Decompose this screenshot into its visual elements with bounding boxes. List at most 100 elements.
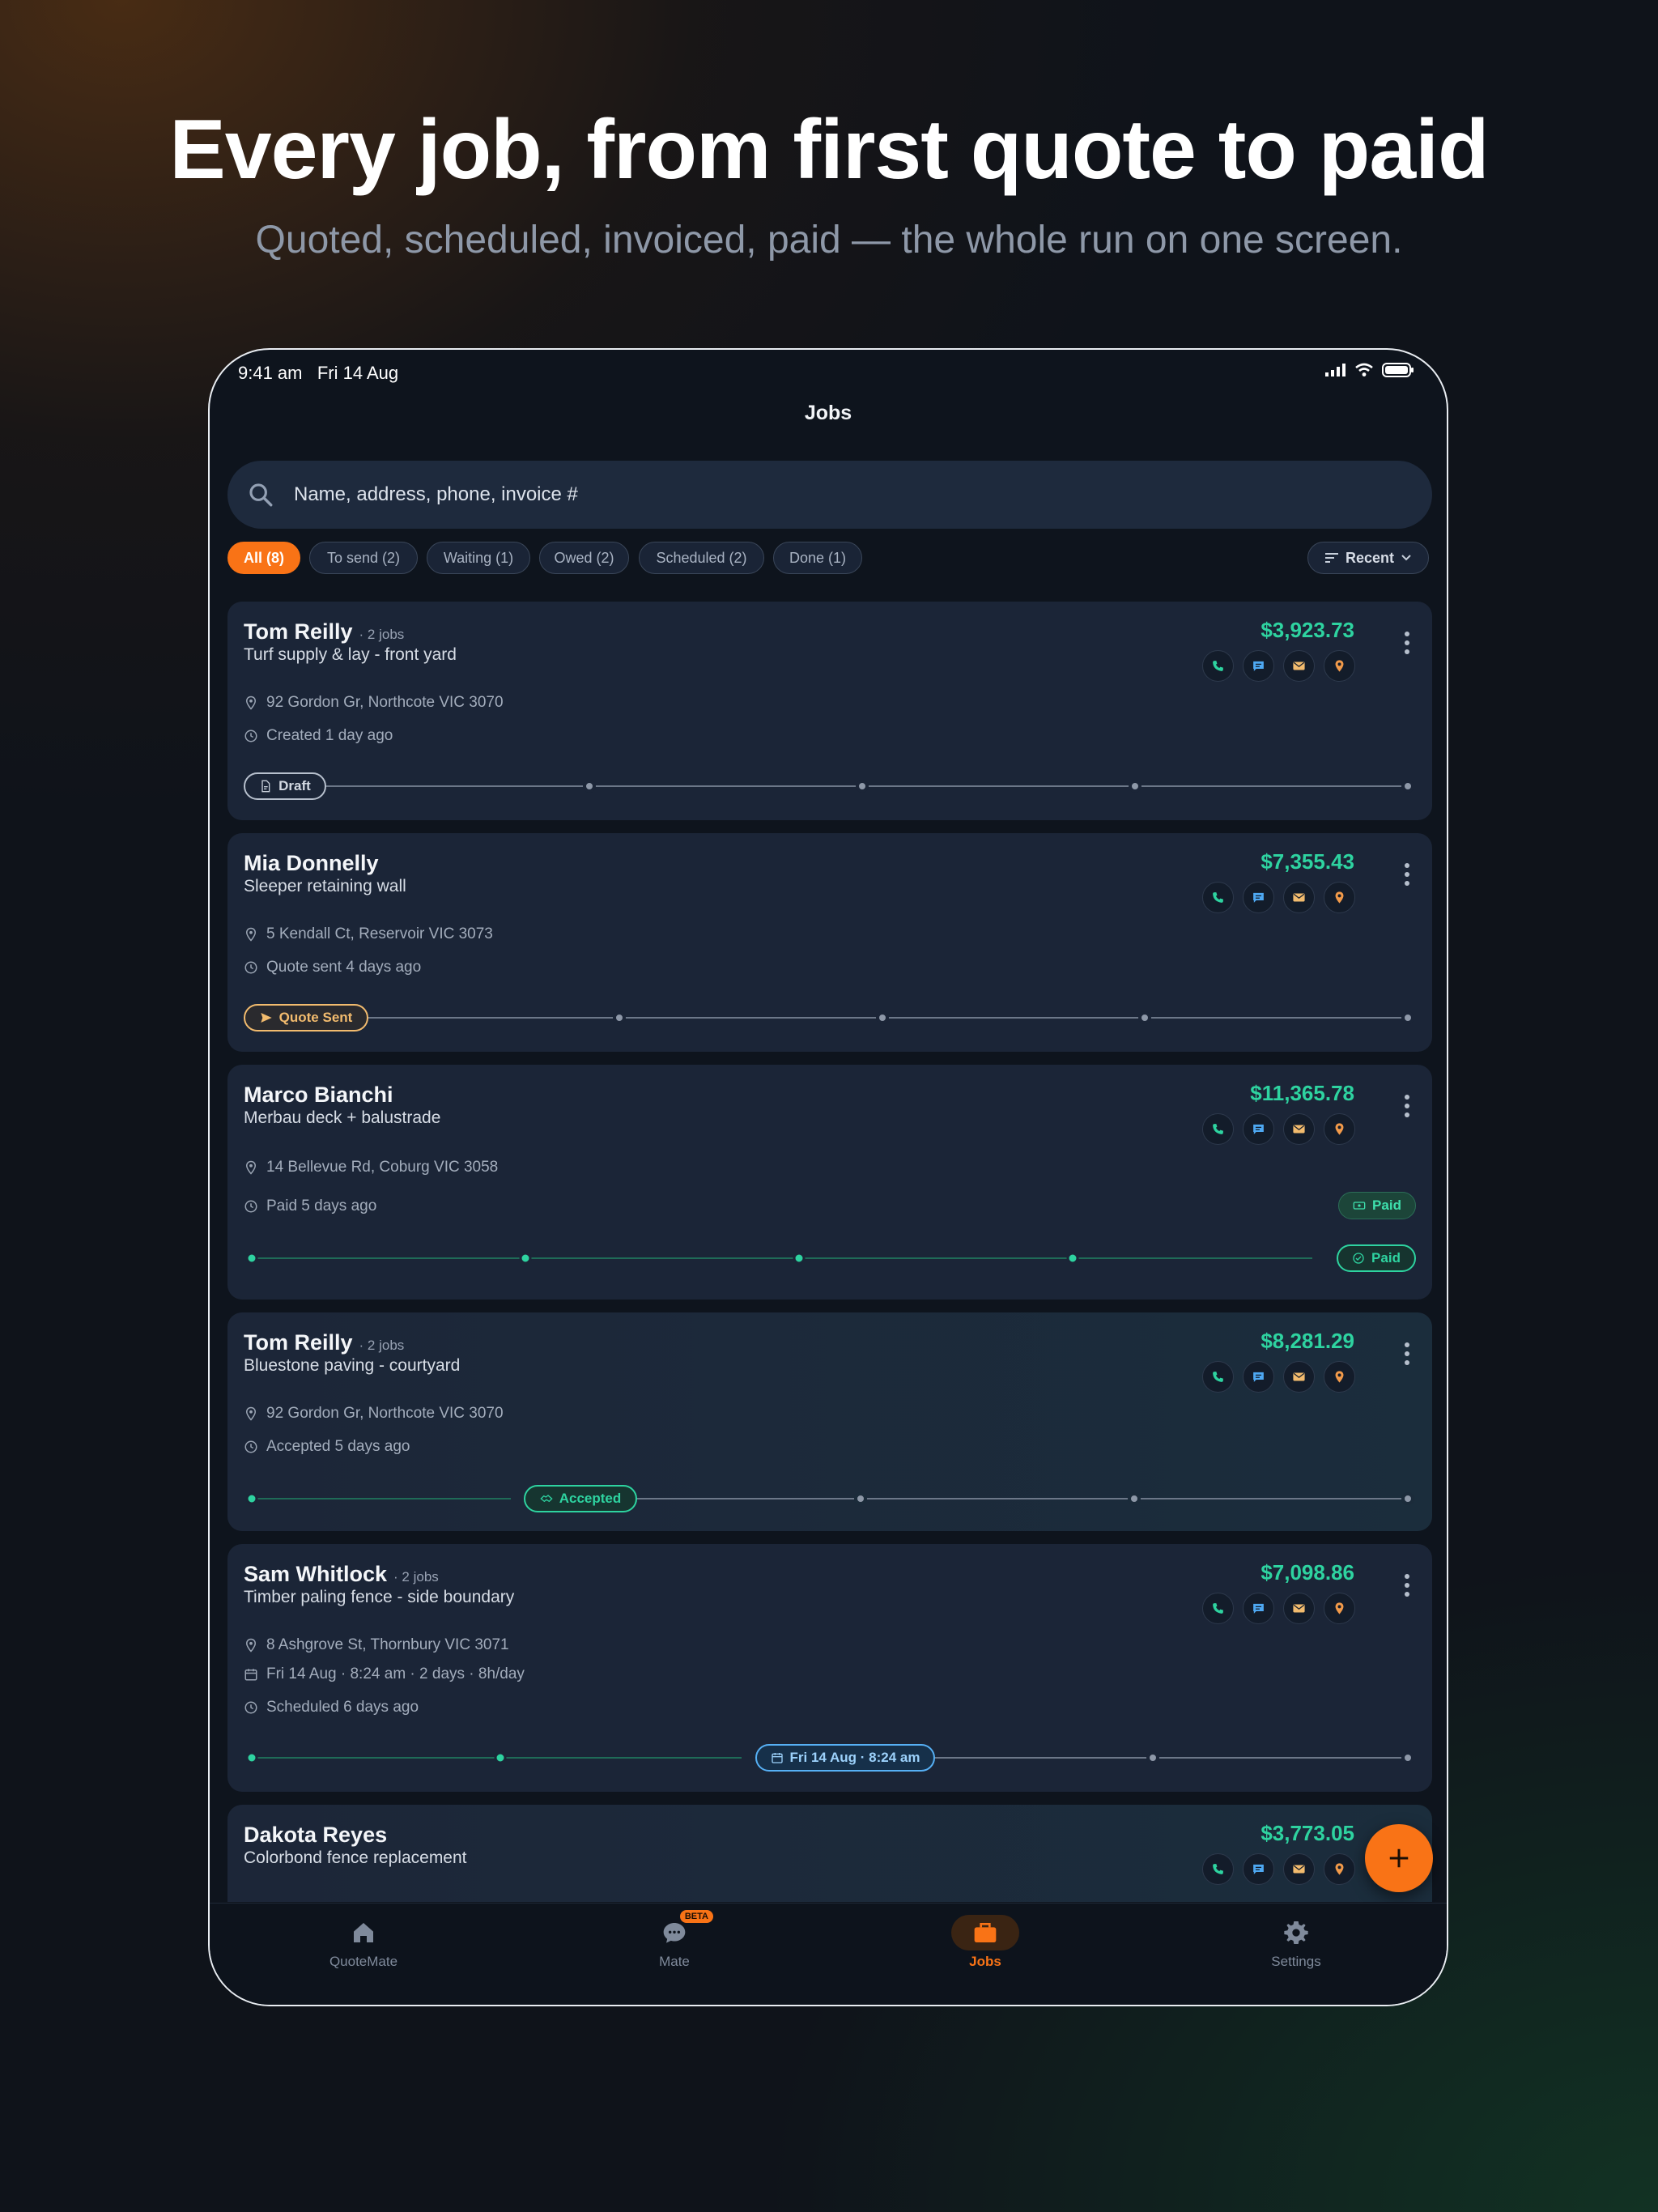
location-icon xyxy=(245,1160,257,1175)
search-input[interactable]: Name, address, phone, invoice # xyxy=(227,461,1432,529)
more-options-icon[interactable] xyxy=(1403,631,1411,655)
directions-button[interactable] xyxy=(1324,1593,1355,1624)
more-options-icon[interactable] xyxy=(1403,1094,1411,1118)
stage-dot xyxy=(1146,1751,1159,1764)
filter-chip-waiting[interactable]: Waiting (1) xyxy=(427,542,530,574)
directions-button[interactable] xyxy=(1324,1853,1355,1885)
stage-label: Draft xyxy=(278,778,311,793)
sort-button[interactable]: Recent xyxy=(1307,542,1429,574)
stage-dot xyxy=(876,1011,889,1024)
tab-settings[interactable]: Settings xyxy=(1215,1915,1377,1988)
signal-icon xyxy=(1325,364,1346,376)
job-card[interactable]: Marco Bianchi Merbau deck + balustrade $… xyxy=(227,1065,1432,1300)
job-count: · 2 jobs xyxy=(359,627,405,642)
stage-dot xyxy=(856,780,869,793)
job-card[interactable]: Dakota Reyes Colorbond fence replacement… xyxy=(227,1805,1432,1902)
briefcase-icon xyxy=(974,1923,997,1942)
tablet-frame: 9:41 am Fri 14 Aug Jobs Name, address, p… xyxy=(208,348,1448,2006)
chat-icon xyxy=(1253,1124,1264,1134)
cash-icon xyxy=(1353,1202,1366,1210)
job-title: Bluestone paving - courtyard xyxy=(244,1356,461,1375)
mail-icon xyxy=(1293,1125,1305,1134)
filter-bar: All (8) To send (2) Waiting (1) Owed (2)… xyxy=(227,542,1429,576)
job-card[interactable]: Mia Donnelly Sleeper retaining wall $7,3… xyxy=(227,833,1432,1052)
call-button[interactable] xyxy=(1202,1853,1234,1885)
job-count: · 2 jobs xyxy=(359,1338,405,1353)
message-button[interactable] xyxy=(1243,1593,1274,1624)
more-options-icon[interactable] xyxy=(1403,1573,1411,1597)
job-card[interactable]: Tom Reilly · 2 jobs Bluestone paving - co… xyxy=(227,1312,1432,1531)
stage-pill-draft: Draft xyxy=(244,772,326,800)
chat-icon xyxy=(1253,1372,1264,1382)
tab-label: Settings xyxy=(1271,1954,1321,1969)
call-button[interactable] xyxy=(1202,650,1234,682)
phone-icon xyxy=(1213,1124,1223,1134)
screen-title: Jobs xyxy=(804,402,852,424)
message-button[interactable] xyxy=(1243,1113,1274,1145)
job-amount: $3,923.73 xyxy=(1261,618,1354,642)
tab-bar: QuoteMate BETA Mate Jobs Settings xyxy=(210,1903,1447,2005)
filter-chip-to-send[interactable]: To send (2) xyxy=(309,542,418,574)
message-button[interactable] xyxy=(1243,1361,1274,1393)
status-bar: 9:41 am Fri 14 Aug xyxy=(238,359,1414,389)
stage-dot xyxy=(1401,1492,1414,1505)
job-card[interactable]: Sam Whitlock · 2 jobs Timber paling fence… xyxy=(227,1544,1432,1792)
job-list: Tom Reilly · 2 jobs Turf supply & lay - f… xyxy=(227,602,1432,1902)
sort-icon xyxy=(1324,553,1338,563)
map-pin-icon xyxy=(1335,1371,1344,1383)
location-icon xyxy=(245,1638,257,1653)
mail-icon xyxy=(1293,893,1305,902)
filter-chip-scheduled[interactable]: Scheduled (2) xyxy=(639,542,764,574)
stage-label: Paid xyxy=(1371,1250,1401,1266)
call-button[interactable] xyxy=(1202,882,1234,913)
wifi-icon xyxy=(1355,363,1373,376)
stage-dot xyxy=(245,1252,258,1265)
job-title: Colorbond fence replacement xyxy=(244,1848,467,1867)
filter-chip-done[interactable]: Done (1) xyxy=(773,542,862,574)
paid-badge: Paid xyxy=(1338,1192,1416,1219)
more-options-icon[interactable] xyxy=(1403,1342,1411,1366)
filter-chip-all[interactable]: All (8) xyxy=(227,542,300,574)
message-button[interactable] xyxy=(1243,1853,1274,1885)
mail-icon xyxy=(1293,1865,1305,1874)
directions-button[interactable] xyxy=(1324,1361,1355,1393)
job-amount: $7,355.43 xyxy=(1261,849,1354,874)
directions-button[interactable] xyxy=(1324,1113,1355,1145)
headline: Every job, from first quote to paid xyxy=(169,103,1489,197)
call-button[interactable] xyxy=(1202,1113,1234,1145)
client-name: Sam Whitlock xyxy=(244,1562,388,1586)
stage-dot xyxy=(613,1011,626,1024)
email-button[interactable] xyxy=(1283,882,1315,913)
call-button[interactable] xyxy=(1202,1361,1234,1393)
stage-dot xyxy=(1401,1751,1414,1764)
stage-dot xyxy=(1066,1252,1079,1265)
message-button[interactable] xyxy=(1243,650,1274,682)
email-button[interactable] xyxy=(1283,1113,1315,1145)
email-button[interactable] xyxy=(1283,650,1315,682)
email-button[interactable] xyxy=(1283,1593,1315,1624)
status-date: Fri 14 Aug xyxy=(317,363,399,383)
add-job-button[interactable] xyxy=(1365,1824,1433,1892)
calendar-icon xyxy=(244,1669,257,1681)
tab-quotemate[interactable]: QuoteMate xyxy=(283,1915,444,1988)
filter-chip-owed[interactable]: Owed (2) xyxy=(539,542,629,574)
badge-label: Paid xyxy=(1372,1197,1401,1213)
map-pin-icon xyxy=(1335,891,1344,904)
directions-button[interactable] xyxy=(1324,882,1355,913)
email-button[interactable] xyxy=(1283,1853,1315,1885)
tab-jobs[interactable]: Jobs xyxy=(904,1915,1066,1988)
stage-dot xyxy=(245,1751,258,1764)
more-options-icon[interactable] xyxy=(1403,862,1411,887)
call-button[interactable] xyxy=(1202,1593,1234,1624)
phone-icon xyxy=(1213,1603,1223,1614)
job-card[interactable]: Tom Reilly · 2 jobs Turf supply & lay - f… xyxy=(227,602,1432,820)
tab-mate[interactable]: BETA Mate xyxy=(593,1910,755,1988)
message-button[interactable] xyxy=(1243,882,1274,913)
check-circle-icon xyxy=(1353,1253,1364,1264)
directions-button[interactable] xyxy=(1324,650,1355,682)
email-button[interactable] xyxy=(1283,1361,1315,1393)
clock-icon xyxy=(244,1440,257,1453)
map-pin-icon xyxy=(1335,660,1344,672)
job-progress: Fri 14 Aug · 8:24 am xyxy=(244,1743,1416,1772)
document-icon xyxy=(261,780,270,793)
